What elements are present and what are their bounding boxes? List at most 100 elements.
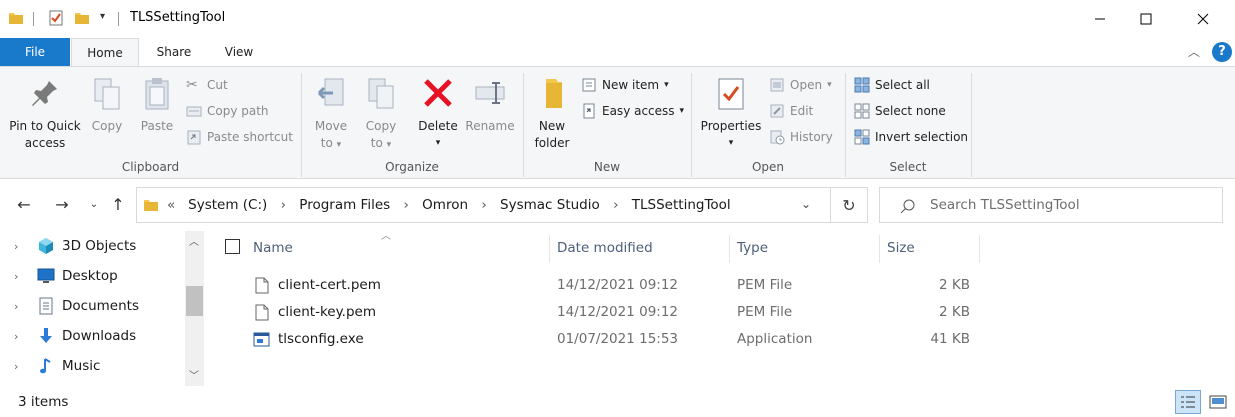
breadcrumb-separator[interactable]: ›	[403, 197, 408, 213]
nav-item-desktop[interactable]: › Desktop	[0, 261, 185, 291]
scroll-up-icon[interactable]: ︿	[189, 233, 199, 248]
properties-dropdown-icon[interactable]: ▾	[697, 135, 765, 152]
edit-button[interactable]: Edit	[769, 100, 813, 122]
status-bar: 3 items	[0, 386, 1235, 417]
rename-button[interactable]: Rename	[464, 77, 516, 135]
chevron-right-icon[interactable]: ›	[14, 330, 36, 343]
large-icons-view-button[interactable]	[1205, 390, 1231, 414]
invert-selection-button[interactable]: Invert selection	[854, 126, 968, 148]
properties-button[interactable]: Properties ▾	[697, 77, 765, 152]
new-folder-button[interactable]: New folder	[530, 77, 574, 152]
forward-arrow-icon: →	[55, 194, 69, 214]
nav-pane-scrollbar[interactable]: ︿ ﹀	[185, 231, 204, 386]
cut-button[interactable]: ✂ Cut	[186, 74, 228, 96]
ribbon-tabs: File Home Share View ︿ ?	[0, 38, 1235, 67]
column-header-date-modified[interactable]: Date modified	[557, 236, 653, 260]
open-dropdown-icon: ▾	[827, 80, 832, 90]
table-row[interactable]: client-cert.pem 14/12/2021 09:12 PEM Fil…	[205, 272, 1235, 299]
close-button[interactable]	[1180, 0, 1226, 38]
tab-home[interactable]: Home	[71, 38, 139, 67]
paste-shortcut-button[interactable]: Paste shortcut	[186, 126, 293, 148]
column-separator[interactable]	[879, 235, 880, 263]
breadcrumb-system-c[interactable]: System (C:)	[188, 197, 267, 213]
address-bar[interactable]: « System (C:) › Program Files › Omron › …	[136, 187, 868, 223]
copy-path-button[interactable]: Copy path	[186, 100, 269, 122]
new-folder-icon	[546, 79, 562, 108]
select-group-label: Select	[889, 160, 927, 174]
chevron-right-icon[interactable]: ›	[14, 300, 36, 313]
breadcrumb-sysmac-studio[interactable]: Sysmac Studio	[500, 197, 600, 213]
select-all-button[interactable]: Select all	[854, 74, 930, 96]
close-icon	[1197, 13, 1209, 25]
column-separator[interactable]	[729, 235, 730, 263]
search-icon	[900, 199, 915, 214]
details-view-button[interactable]	[1175, 390, 1201, 414]
tab-share[interactable]: Share	[143, 38, 205, 66]
file-date: 14/12/2021 09:12	[557, 277, 679, 293]
breadcrumb-separator[interactable]: ›	[481, 197, 486, 213]
properties-label: Properties	[700, 119, 762, 133]
nav-item-3d-objects[interactable]: › 3D Objects	[0, 231, 185, 261]
copy-to-label-line2: to ▾	[370, 136, 392, 150]
properties-icon	[718, 78, 744, 110]
column-header-type[interactable]: Type	[737, 236, 768, 260]
sort-ascending-icon: ︿	[381, 231, 391, 242]
column-header-size[interactable]: Size	[887, 236, 915, 260]
properties-quick-icon[interactable]	[48, 10, 64, 26]
move-to-icon	[317, 78, 344, 106]
column-separator[interactable]	[979, 235, 980, 263]
history-button[interactable]: History	[769, 126, 833, 148]
breadcrumb-separator[interactable]: ›	[281, 197, 286, 213]
table-row[interactable]: client-key.pem 14/12/2021 09:12 PEM File…	[205, 299, 1235, 326]
chevron-right-icon[interactable]: ›	[14, 360, 36, 373]
history-icon	[770, 130, 785, 145]
up-button[interactable]: ↑	[106, 192, 130, 216]
breadcrumb-overflow[interactable]: «	[167, 197, 175, 213]
delete-dropdown-icon[interactable]: ▾	[414, 135, 462, 152]
help-icon[interactable]: ?	[1212, 42, 1232, 62]
new-folder-quick-icon[interactable]	[74, 10, 90, 26]
copy-button[interactable]: Copy	[86, 77, 128, 135]
pin-to-quick-access-button[interactable]: Pin to Quick access	[6, 77, 84, 152]
select-none-button[interactable]: Select none	[854, 100, 946, 122]
search-box[interactable]: Search TLSSettingTool	[879, 187, 1223, 223]
nav-item-documents[interactable]: › Documents	[0, 291, 185, 321]
open-button[interactable]: Open ▾	[769, 74, 832, 96]
tab-file[interactable]: File	[0, 38, 70, 66]
delete-button[interactable]: Delete ▾	[414, 77, 462, 152]
nav-item-music[interactable]: › Music	[0, 351, 185, 381]
copy-label: Copy	[91, 119, 123, 133]
scroll-down-icon[interactable]: ﹀	[189, 367, 199, 382]
collapse-ribbon-icon[interactable]: ︿	[1188, 43, 1200, 60]
column-header-name[interactable]: Name	[253, 236, 293, 260]
back-button[interactable]: ←	[12, 192, 36, 216]
breadcrumb-omron[interactable]: Omron	[422, 197, 468, 213]
nav-item-downloads[interactable]: › Downloads	[0, 321, 185, 351]
table-row[interactable]: tlsconfig.exe 01/07/2021 15:53 Applicati…	[205, 326, 1235, 353]
forward-button[interactable]: →	[50, 192, 74, 216]
breadcrumb-tlssettingtool[interactable]: TLSSettingTool	[632, 197, 731, 213]
maximize-button[interactable]	[1123, 0, 1169, 38]
scrollbar-thumb[interactable]	[186, 286, 203, 316]
folder-icon	[144, 200, 158, 211]
customize-quick-access-icon[interactable]: ▾	[100, 11, 105, 22]
minimize-button[interactable]	[1077, 0, 1123, 38]
refresh-button[interactable]: ↻	[830, 187, 868, 223]
tab-view[interactable]: View	[208, 38, 270, 66]
recent-locations-button[interactable]: ⌄	[82, 192, 106, 216]
title-divider	[33, 12, 34, 26]
address-dropdown-icon[interactable]: ⌄	[801, 197, 811, 211]
chevron-right-icon[interactable]: ›	[14, 270, 36, 283]
chevron-right-icon[interactable]: ›	[14, 240, 36, 253]
minimize-icon	[1095, 18, 1105, 20]
select-all-checkbox[interactable]	[225, 239, 240, 254]
easy-access-button[interactable]: Easy access ▾	[581, 100, 684, 122]
column-separator[interactable]	[549, 235, 550, 263]
breadcrumb-program-files[interactable]: Program Files	[299, 197, 390, 213]
copy-to-button[interactable]: Copy to ▾	[358, 77, 404, 154]
scissors-icon: ✂	[186, 77, 198, 93]
move-to-button[interactable]: Move to ▾	[308, 77, 354, 154]
breadcrumb-separator[interactable]: ›	[613, 197, 618, 213]
paste-button[interactable]: Paste	[134, 77, 180, 135]
new-item-button[interactable]: New item ▾	[581, 74, 669, 96]
